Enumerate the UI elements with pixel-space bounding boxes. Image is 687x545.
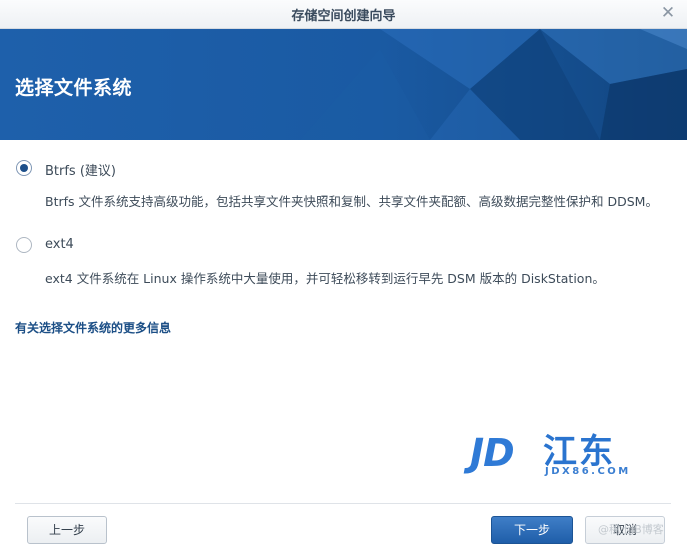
- footer-divider: [15, 503, 671, 504]
- prev-button[interactable]: 上一步: [27, 516, 107, 544]
- option-btrfs-label[interactable]: Btrfs (建议): [45, 160, 116, 179]
- more-info-link[interactable]: 有关选择文件系统的更多信息: [15, 319, 171, 336]
- header-banner: 选择文件系统: [0, 29, 687, 140]
- window-titlebar: 存储空间创建向导 ✕: [0, 0, 687, 29]
- next-button[interactable]: 下一步: [491, 516, 573, 544]
- watermark-url: JDX86.COM: [545, 466, 631, 477]
- option-ext4-description: ext4 文件系统在 Linux 操作系统中大量使用，并可轻松移转到运行早先 D…: [45, 271, 605, 286]
- watermark-logo-letters: JD: [470, 431, 515, 475]
- page-title: 选择文件系统: [15, 77, 133, 99]
- footer-watermark: @稀土JB博客: [598, 523, 664, 536]
- watermark-logo: JD 江东 JDX86.COM: [470, 432, 640, 478]
- radio-ext4[interactable]: [16, 237, 32, 253]
- window-title: 存储空间创建向导: [291, 9, 396, 24]
- close-icon[interactable]: ✕: [659, 4, 677, 22]
- option-ext4-label[interactable]: ext4: [45, 237, 74, 252]
- option-btrfs-description: Btrfs 文件系统支持高级功能，包括共享文件夹快照和复制、共享文件夹配额、高级…: [45, 194, 658, 209]
- radio-btrfs[interactable]: [16, 160, 32, 176]
